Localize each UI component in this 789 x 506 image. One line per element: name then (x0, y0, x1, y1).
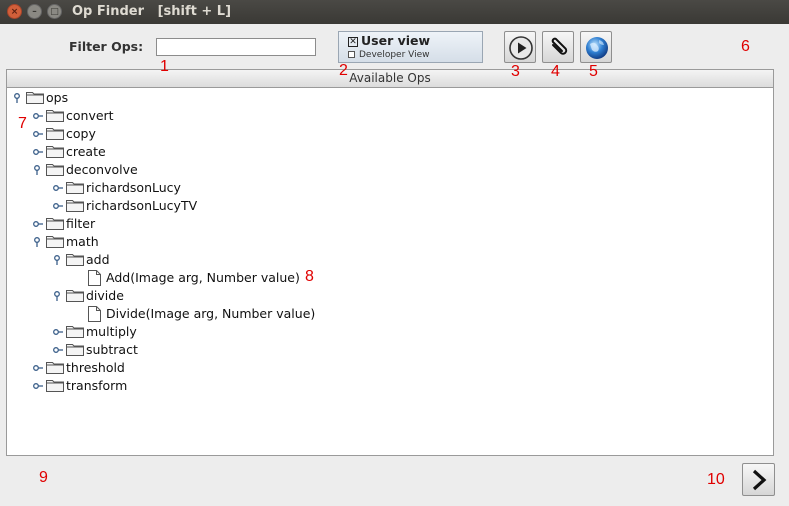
folder-icon (46, 234, 64, 251)
title-bar: × – □ Op Finder [shift + L] (0, 0, 789, 24)
available-ops-header: Available Ops (6, 69, 774, 88)
tree-expanded-handle-icon[interactable] (12, 92, 24, 104)
maximize-icon[interactable]: □ (47, 4, 62, 19)
folder-icon (66, 180, 84, 197)
folder-icon (66, 288, 84, 305)
window-title: Op Finder [shift + L] (72, 4, 232, 19)
tree-collapsed-handle-icon[interactable] (32, 218, 44, 230)
tree-item-label: richardsonLucyTV (86, 198, 198, 213)
user-view-checkbox-icon: ✕ (348, 36, 358, 47)
tree-collapsed-handle-icon[interactable] (32, 146, 44, 158)
copy-button[interactable] (542, 31, 574, 63)
tree-collapsed-handle-icon[interactable] (52, 182, 64, 194)
filter-input[interactable] (156, 38, 316, 56)
chevron-right-icon (752, 469, 767, 491)
tree-item-label: deconvolve (66, 162, 138, 177)
folder-icon (66, 342, 84, 359)
folder-icon (46, 378, 64, 395)
tree-item-label: multiply (86, 324, 137, 339)
annotation-9: 9 (39, 469, 48, 486)
filter-label: Filter Ops: (69, 39, 144, 54)
close-icon[interactable]: × (7, 4, 22, 19)
tree-collapsed-handle-icon[interactable] (32, 380, 44, 392)
view-mode-selector: ✕ User view Developer View (338, 31, 483, 63)
folder-icon (46, 162, 64, 179)
developer-view-label: Developer View (359, 50, 430, 60)
folder-icon (46, 360, 64, 377)
minimize-icon[interactable]: – (27, 4, 42, 19)
developer-view-checkbox-icon (348, 51, 355, 58)
play-icon (509, 36, 533, 60)
tree-expanded-handle-icon[interactable] (32, 236, 44, 248)
annotation-8: 8 (305, 268, 314, 285)
ops-tree[interactable]: ops convert copy create deconvolve richardson… (6, 88, 774, 456)
tree-expanded-handle-icon[interactable] (32, 164, 44, 176)
tree-collapsed-handle-icon[interactable] (52, 200, 64, 212)
next-button[interactable] (742, 463, 775, 496)
folder-icon (46, 126, 64, 143)
folder-icon (66, 252, 84, 269)
tree-item-label: ops (46, 90, 69, 105)
developer-view-option[interactable]: Developer View (348, 50, 430, 60)
tree-collapsed-handle-icon[interactable] (52, 344, 64, 356)
tree-item-label: filter (66, 216, 96, 231)
annotation-4: 4 (551, 63, 560, 80)
tree-item-label: add (86, 252, 110, 267)
tree-item-label: threshold (66, 360, 125, 375)
tree-item-label: richardsonLucy (86, 180, 181, 195)
user-view-option[interactable]: ✕ User view (348, 33, 430, 48)
tree-collapsed-handle-icon[interactable] (52, 326, 64, 338)
folder-icon (26, 90, 44, 107)
tree-item-label: Add(Image arg, Number value) (106, 270, 300, 285)
folder-icon (66, 198, 84, 215)
tree-expanded-handle-icon[interactable] (52, 290, 64, 302)
annotation-6: 6 (741, 38, 750, 55)
tree-item-label: math (66, 234, 99, 249)
user-view-label: User view (361, 33, 431, 48)
annotation-2: 2 (339, 62, 348, 79)
paperclip-icon (551, 37, 568, 55)
tree-item-label: Divide(Image arg, Number value) (106, 306, 316, 321)
tree-item-label: divide (86, 288, 124, 303)
tree-expanded-handle-icon[interactable] (52, 254, 64, 266)
tree-collapsed-handle-icon[interactable] (32, 128, 44, 140)
tree-item-label: subtract (86, 342, 138, 357)
annotation-7: 7 (18, 115, 27, 132)
annotation-5: 5 (589, 63, 598, 80)
globe-icon (586, 37, 608, 59)
tree-item-label: convert (66, 108, 114, 123)
tree-collapsed-handle-icon[interactable] (32, 362, 44, 374)
tree-item-label: transform (66, 378, 128, 393)
folder-icon (46, 216, 64, 233)
tree-item-label: copy (66, 126, 96, 141)
annotation-3: 3 (511, 63, 520, 80)
folder-icon (66, 324, 84, 341)
tree-collapsed-handle-icon[interactable] (32, 110, 44, 122)
annotation-1: 1 (160, 58, 169, 75)
folder-icon (46, 108, 64, 125)
folder-icon (46, 144, 64, 161)
annotation-10: 10 (707, 471, 725, 488)
run-button[interactable] (504, 31, 536, 63)
document-icon (88, 270, 101, 289)
document-icon (88, 306, 101, 325)
tree-item-label: create (66, 144, 106, 159)
web-button[interactable] (580, 31, 612, 63)
